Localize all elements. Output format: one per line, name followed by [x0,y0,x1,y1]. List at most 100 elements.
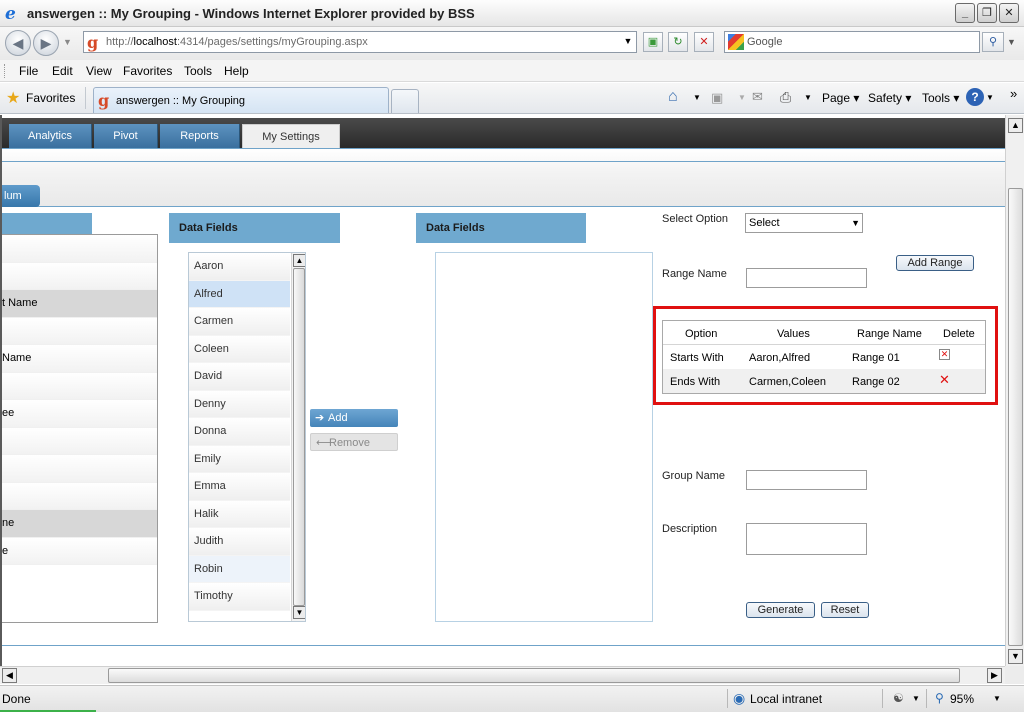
list-item[interactable]: Carmen [189,308,290,336]
menu-tools[interactable]: Tools [184,64,212,78]
search-input[interactable]: Google [724,31,980,53]
print-dropdown-icon[interactable]: ▼ [804,93,812,102]
address-bar[interactable]: g http://localhost:4314/pages/settings/m… [83,31,637,53]
range-table-header: Option Values Range Name Delete [663,321,985,345]
left-list-item[interactable] [2,482,157,510]
left-list-item[interactable] [2,372,157,400]
restore-button[interactable]: ❐ [977,3,997,23]
mail-icon[interactable]: ✉ [752,89,763,105]
new-tab-button[interactable] [391,89,419,113]
list-item[interactable]: Robin [189,555,290,583]
reset-button[interactable]: Reset [821,602,869,618]
left-list-item[interactable]: ee [2,400,157,428]
target-fields-list[interactable] [435,252,653,622]
menu-help[interactable]: Help [224,64,249,78]
scroll-left-icon[interactable]: ◀ [2,668,17,683]
compatibility-view-icon[interactable]: ▣ [643,32,663,52]
left-list-item[interactable]: Name [2,345,157,373]
left-list-item[interactable] [2,317,157,345]
favorites-button[interactable]: Favorites [26,91,75,105]
list-item[interactable]: Emily [189,445,290,473]
scroll-down-icon[interactable]: ▼ [293,606,305,619]
minimize-button[interactable]: _ [955,3,975,23]
page-vertical-scrollbar[interactable]: ▲ ▼ [1005,115,1024,666]
page-menu[interactable]: Page ▾ [822,91,859,105]
history-dropdown-icon[interactable]: ▼ [63,37,72,47]
list-item[interactable]: Timothy [189,583,290,611]
safety-menu[interactable]: Safety ▾ [868,91,911,105]
favorites-star-icon[interactable]: ★ [6,88,20,108]
menu-edit[interactable]: Edit [52,64,73,78]
column-button[interactable]: lum [2,185,40,207]
tab-pivot[interactable]: Pivot [94,124,158,148]
close-window-button[interactable]: ✕ [999,3,1019,23]
scroll-right-icon[interactable]: ▶ [987,668,1002,683]
protected-mode-icon[interactable]: ☯ [893,691,904,705]
remove-button[interactable]: ⟵ Remove [310,433,398,451]
protected-mode-dropdown-icon[interactable]: ▼ [912,694,920,703]
zoom-dropdown-icon[interactable]: ▼ [993,694,1001,703]
scroll-thumb[interactable] [293,268,305,606]
delete-icon[interactable]: ✕ [939,349,950,360]
scroll-up-icon[interactable]: ▲ [1008,118,1023,133]
search-icon[interactable]: ⚲ [982,32,1004,52]
page-horizontal-scrollbar[interactable]: ◀ ▶ [0,666,1005,684]
url-text[interactable]: http://localhost:4314/pages/settings/myG… [106,36,368,48]
menu-file[interactable]: File [19,64,38,78]
forward-button[interactable]: ▶ [33,30,59,56]
list-item[interactable]: Emma [189,473,290,501]
left-list-item[interactable] [2,455,157,483]
list-item[interactable]: Aaron [189,253,290,281]
browser-tab-active[interactable]: g answergen :: My Grouping [93,87,389,113]
menu-favorites[interactable]: Favorites [123,64,172,78]
home-dropdown-icon[interactable]: ▼ [693,93,701,102]
add-range-button[interactable]: Add Range [896,255,974,271]
delete-icon[interactable]: ✕ [939,372,950,388]
description-textarea[interactable] [746,523,867,555]
left-list-item[interactable]: t Name [2,290,157,318]
home-icon[interactable]: ⌂ [668,88,678,106]
list-scrollbar[interactable]: ▲ ▼ [291,253,305,621]
zoom-level[interactable]: 95% [950,692,974,706]
list-item[interactable]: Denny [189,390,290,418]
left-list-item[interactable]: e [2,537,157,565]
range-name-input[interactable] [746,268,867,288]
tools-menu[interactable]: Tools ▾ [922,91,959,105]
select-option-dropdown[interactable]: Select ▼ [745,213,863,233]
scroll-thumb[interactable] [1008,188,1023,646]
back-button[interactable]: ◀ [5,30,31,56]
stop-icon[interactable]: ✕ [694,32,714,52]
left-list-item[interactable] [2,427,157,455]
chevron-more-icon[interactable]: » [1010,86,1017,101]
list-item[interactable]: Donna [189,418,290,446]
tab-my-settings[interactable]: My Settings [242,124,340,148]
generate-button[interactable]: Generate [746,602,815,618]
feeds-icon[interactable]: ▣ [711,90,723,106]
scroll-down-icon[interactable]: ▼ [1008,649,1023,664]
group-name-input[interactable] [746,470,867,490]
search-options-icon[interactable]: ▼ [1007,37,1016,47]
list-item[interactable]: Coleen [189,335,290,363]
source-fields-list[interactable]: Aaron Alfred Carmen Coleen David Denny Donna Em… [188,252,306,622]
tab-reports[interactable]: Reports [160,124,240,148]
address-dropdown-icon[interactable]: ▼ [620,32,636,52]
left-list-item[interactable] [2,262,157,290]
list-item[interactable]: Halik [189,500,290,528]
zoom-icon[interactable]: ⚲ [935,691,944,705]
help-icon[interactable]: ? [966,88,984,106]
left-list-item[interactable] [2,235,157,263]
scroll-up-icon[interactable]: ▲ [293,254,305,267]
list-item[interactable]: Alfred [189,280,290,308]
scroll-thumb[interactable] [108,668,960,683]
security-zone[interactable]: Local intranet [750,692,822,706]
print-icon[interactable]: ⎙ [780,89,791,106]
feeds-dropdown-icon[interactable]: ▼ [738,93,746,102]
list-item[interactable]: David [189,363,290,391]
help-dropdown-icon[interactable]: ▼ [986,93,994,102]
tab-analytics[interactable]: Analytics [9,124,92,148]
left-list-item[interactable]: ne [2,510,157,538]
list-item[interactable]: Judith [189,528,290,556]
menu-view[interactable]: View [86,64,112,78]
refresh-icon[interactable]: ↻ [668,32,688,52]
add-button[interactable]: ➔ Add [310,409,398,427]
